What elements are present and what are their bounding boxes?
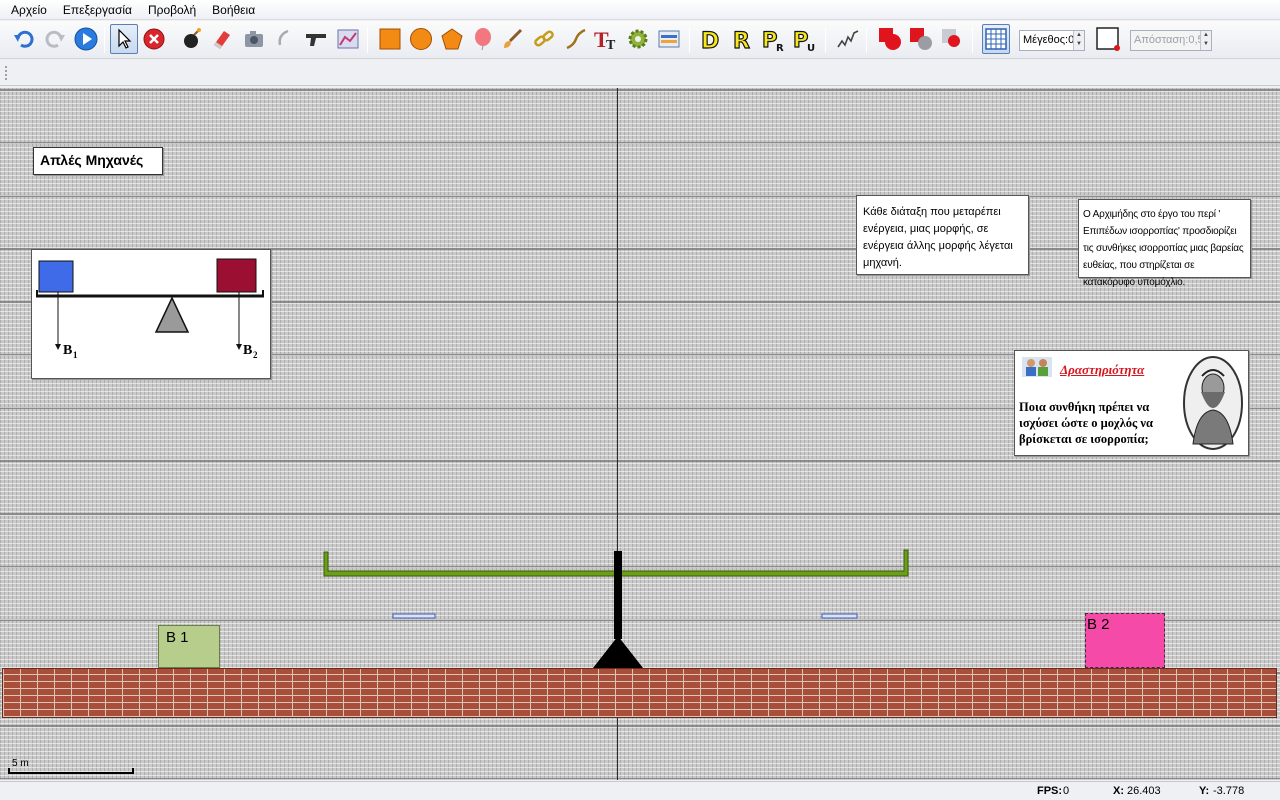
grid-icon[interactable] xyxy=(982,24,1010,54)
svg-text:T: T xyxy=(606,38,616,51)
eraser-icon[interactable] xyxy=(208,24,236,54)
rectangle-icon[interactable] xyxy=(376,24,404,54)
redo-icon[interactable] xyxy=(41,24,69,54)
gear-icon[interactable] xyxy=(624,24,652,54)
PR-icon[interactable]: PR xyxy=(760,24,788,54)
toolbar-grip[interactable] xyxy=(5,66,7,80)
simulation-canvas[interactable]: Απλές Μηχανές B 1 B 2 Κάθε διάταξη που μ… xyxy=(0,88,1280,780)
menu-edit[interactable]: Επεξεργασία xyxy=(55,0,140,20)
menu-file[interactable]: Αρχείο xyxy=(3,0,55,20)
menu-help[interactable]: Βοήθεια xyxy=(204,0,263,20)
text-icon[interactable]: TT xyxy=(592,24,620,54)
distance-spinner[interactable]: Απόσταση:0,5 ▲ ▼ xyxy=(1130,30,1212,51)
brush-icon[interactable] xyxy=(499,24,527,54)
R-icon[interactable]: R xyxy=(729,24,757,54)
undo-icon[interactable] xyxy=(10,24,38,54)
graph-icon[interactable] xyxy=(334,24,362,54)
y-coordinate: -3.778 xyxy=(1213,785,1245,797)
menu-view[interactable]: Προβολή xyxy=(140,0,204,20)
secondary-toolbar xyxy=(0,60,1280,86)
box-b2[interactable]: B 2 xyxy=(1085,613,1165,668)
size-spinner[interactable]: Μέγεθος:0 ▲ ▼ xyxy=(1019,30,1085,51)
distance-spinner-arrows[interactable]: ▲ ▼ xyxy=(1200,31,1211,50)
box-b1-label: B 1 xyxy=(166,629,189,646)
rope-icon[interactable] xyxy=(562,24,590,54)
D-icon[interactable]: D xyxy=(698,24,726,54)
select-icon[interactable] xyxy=(110,24,138,54)
spring-icon[interactable] xyxy=(834,24,862,54)
frame-icon[interactable] xyxy=(1094,24,1122,54)
blue-marker-left xyxy=(392,613,436,619)
gun-icon[interactable] xyxy=(302,24,330,54)
fps-label: FPS: xyxy=(1037,785,1063,797)
balloon-icon[interactable] xyxy=(469,24,497,54)
display-icon[interactable] xyxy=(655,24,683,54)
svg-text:D: D xyxy=(701,29,719,52)
fulcrum-post xyxy=(614,551,622,639)
svg-text:U: U xyxy=(807,43,815,52)
red-shape-2-icon[interactable] xyxy=(907,24,935,54)
y-label: Y: xyxy=(1199,785,1210,797)
delete-icon[interactable] xyxy=(140,24,168,54)
x-coordinate: 26.403 xyxy=(1127,785,1161,797)
svg-text:R: R xyxy=(776,43,784,52)
scale-bar xyxy=(8,768,134,774)
blue-marker-right xyxy=(821,613,858,619)
polygon-icon[interactable] xyxy=(438,24,466,54)
size-spinner-value: Μέγεθος:0 xyxy=(1023,34,1075,46)
circle-icon[interactable] xyxy=(407,24,435,54)
size-spinner-arrows[interactable]: ▲ ▼ xyxy=(1073,31,1084,50)
svg-text:R: R xyxy=(733,29,750,52)
brick-ground[interactable] xyxy=(2,668,1277,718)
hook-icon[interactable] xyxy=(270,24,298,54)
fps-value: 0 xyxy=(1063,785,1070,797)
menu-bar: Αρχείο Επεξεργασία Προβολή Βοήθεια xyxy=(0,0,1280,20)
box-b1[interactable]: B 1 xyxy=(158,625,220,668)
distance-spinner-value: Απόσταση:0,5 xyxy=(1134,34,1204,46)
main-toolbar: TT D R PR PU Μέγεθος:0 ▲ ▼ Απόσταση:0,5 … xyxy=(0,21,1280,59)
camera-icon[interactable] xyxy=(240,24,268,54)
chain-icon[interactable] xyxy=(530,24,558,54)
PU-icon[interactable]: PU xyxy=(791,24,819,54)
bomb-icon[interactable] xyxy=(178,24,206,54)
box-b2-label: B 2 xyxy=(1087,616,1110,633)
red-shape-3-icon[interactable] xyxy=(938,24,966,54)
x-label: X: xyxy=(1113,785,1124,797)
play-icon[interactable] xyxy=(72,24,100,54)
status-bar: FPS: 0 X: 26.403 Y: -3.778 xyxy=(0,781,1280,800)
red-shape-1-icon[interactable] xyxy=(876,24,904,54)
fulcrum-triangle xyxy=(593,636,643,668)
